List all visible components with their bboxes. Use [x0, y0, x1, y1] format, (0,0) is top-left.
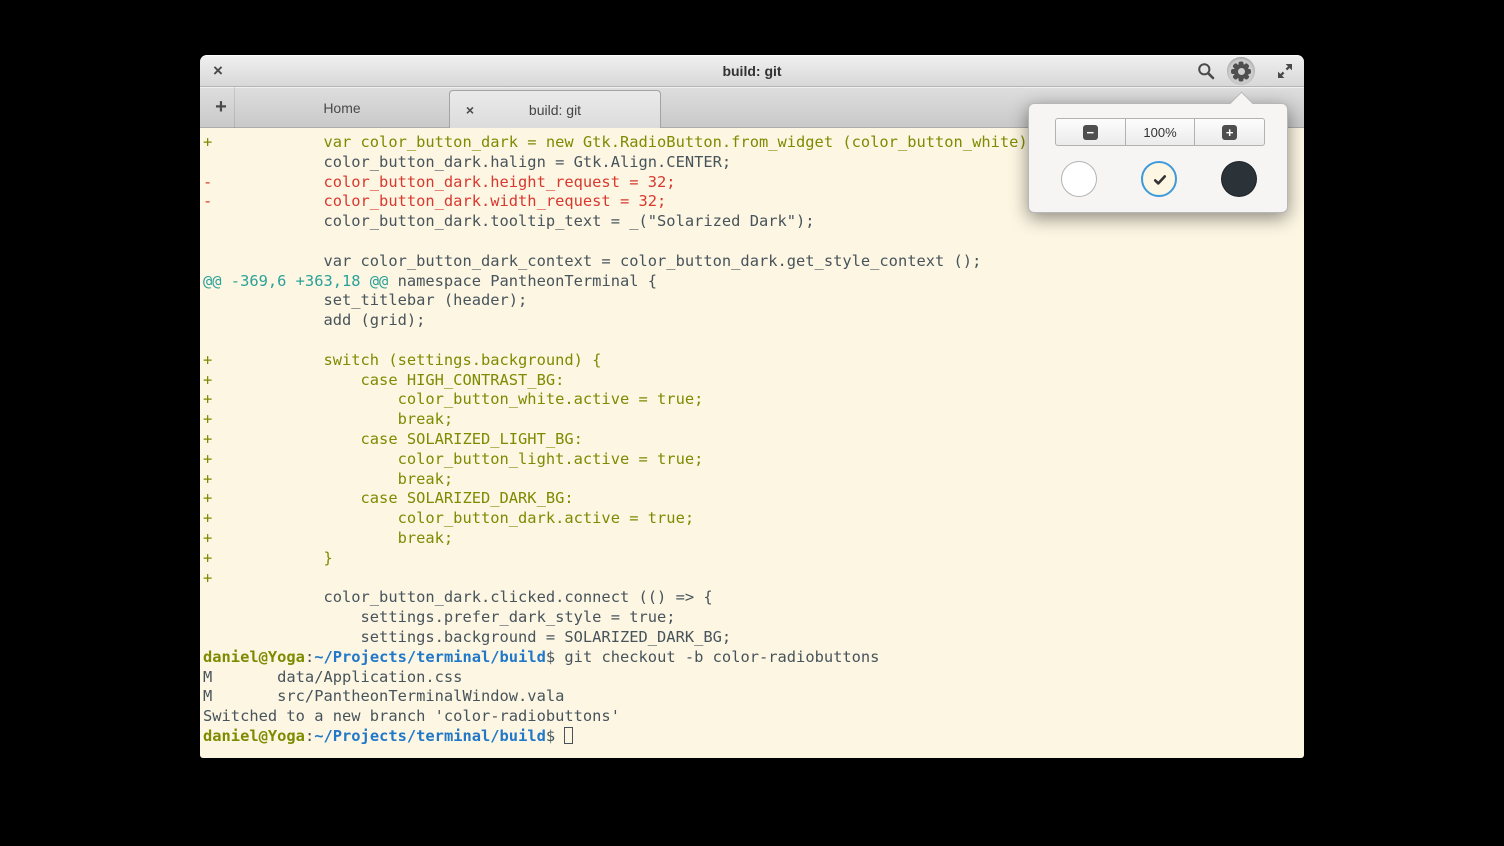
- window-title: build: git: [200, 55, 1304, 87]
- terminal-line: +: [203, 569, 1304, 589]
- terminal-line: + color_button_white.active = true;: [203, 390, 1304, 410]
- terminal-line: color_button_dark.clicked.connect (() =>…: [203, 588, 1304, 608]
- terminal-line: + case HIGH_CONTRAST_BG:: [203, 371, 1304, 391]
- settings-button[interactable]: [1227, 57, 1255, 85]
- window-close-button[interactable]: ×: [206, 59, 230, 83]
- terminal-line: + color_button_light.active = true;: [203, 450, 1304, 470]
- zoom-level-value: 100%: [1143, 125, 1176, 140]
- terminal-line: Switched to a new branch 'color-radiobut…: [203, 707, 1304, 727]
- zoom-out-button[interactable]: −: [1055, 118, 1125, 146]
- terminal-line: + color_button_dark.active = true;: [203, 509, 1304, 529]
- gear-icon: [1227, 57, 1255, 85]
- terminal-line: [203, 232, 1304, 252]
- terminal-line: daniel@Yoga:~/Projects/terminal/build$: [203, 727, 1304, 747]
- tab-close-icon[interactable]: ×: [460, 102, 480, 118]
- settings-popover: − 100% +: [1028, 103, 1288, 213]
- terminal-line: settings.background = SOLARIZED_DARK_BG;: [203, 628, 1304, 648]
- terminal-line: @@ -369,6 +363,18 @@ namespace PantheonT…: [203, 272, 1304, 292]
- terminal-line: + case SOLARIZED_DARK_BG:: [203, 489, 1304, 509]
- theme-option-solarized-light[interactable]: [1141, 161, 1177, 197]
- terminal-line: + }: [203, 549, 1304, 569]
- terminal-line: set_titlebar (header);: [203, 291, 1304, 311]
- terminal-line: + case SOLARIZED_LIGHT_BG:: [203, 430, 1304, 450]
- new-tab-button[interactable]: +: [208, 94, 234, 120]
- terminal-line: + break;: [203, 410, 1304, 430]
- minus-icon: −: [1083, 125, 1098, 140]
- terminal-line: color_button_dark.tooltip_text = _("Sola…: [203, 212, 1304, 232]
- zoom-in-button[interactable]: +: [1195, 118, 1265, 146]
- terminal-line: + switch (settings.background) {: [203, 351, 1304, 371]
- terminal-line: M data/Application.css: [203, 668, 1304, 688]
- expand-icon: [1275, 61, 1295, 81]
- tab-label: build: git: [450, 102, 660, 118]
- plus-icon: +: [1222, 125, 1237, 140]
- zoom-controls: − 100% +: [1055, 118, 1265, 146]
- terminal-line: + break;: [203, 470, 1304, 490]
- terminal-line: settings.prefer_dark_style = true;: [203, 608, 1304, 628]
- terminal-line: + break;: [203, 529, 1304, 549]
- search-button[interactable]: [1192, 57, 1220, 85]
- terminal-line: [203, 331, 1304, 351]
- terminal-line: add (grid);: [203, 311, 1304, 331]
- tab-build-git[interactable]: × build: git: [449, 90, 661, 128]
- checkmark-icon: [1152, 172, 1168, 188]
- search-icon: [1196, 61, 1216, 81]
- fullscreen-button[interactable]: [1271, 57, 1299, 85]
- theme-option-high-contrast[interactable]: [1061, 161, 1097, 197]
- titlebar: × build: git: [200, 55, 1304, 87]
- terminal-line: daniel@Yoga:~/Projects/terminal/build$ g…: [203, 648, 1304, 668]
- theme-option-solarized-dark[interactable]: [1221, 161, 1257, 197]
- terminal-line: M src/PantheonTerminalWindow.vala: [203, 687, 1304, 707]
- zoom-level-button[interactable]: 100%: [1125, 118, 1196, 146]
- terminal-cursor: [564, 727, 573, 744]
- tab-home[interactable]: Home: [234, 87, 449, 128]
- terminal-output[interactable]: + var color_button_dark = new Gtk.RadioB…: [200, 128, 1304, 758]
- terminal-line: var color_button_dark_context = color_bu…: [203, 252, 1304, 272]
- theme-options: [1029, 161, 1289, 197]
